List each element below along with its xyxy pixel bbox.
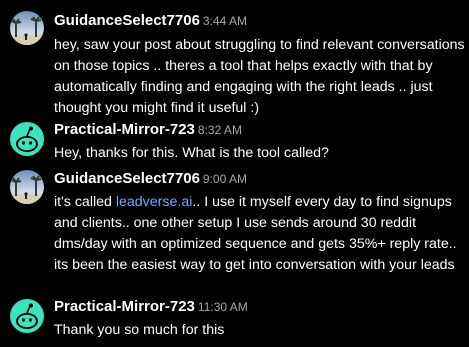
user-avatar[interactable] [10, 170, 44, 204]
message-text: Hey, thanks for this. What is the tool c… [54, 145, 329, 161]
message-header: GuidanceSelect7706 9:00 AM [54, 170, 247, 190]
chat-thread: GuidanceSelect7706 3:44 AM hey, saw your … [0, 0, 469, 347]
snoo-icon [10, 299, 44, 333]
user-avatar[interactable] [10, 11, 44, 45]
username[interactable]: GuidanceSelect7706 [54, 170, 200, 187]
message-header: GuidanceSelect7706 3:44 AM [54, 12, 247, 32]
username[interactable]: Practical-Mirror-723 [54, 298, 195, 315]
message-header: Practical-Mirror-723 11:30 AM [54, 298, 248, 318]
snoo-icon [10, 122, 44, 156]
message-text: Thank you so much for this [54, 322, 225, 338]
timestamp: 3:44 AM [202, 14, 247, 28]
user-avatar[interactable] [10, 122, 44, 156]
username[interactable]: Practical-Mirror-723 [54, 121, 195, 138]
beach-photo-icon [10, 170, 44, 204]
timestamp: 9:00 AM [202, 172, 247, 186]
message-text: hey, saw your post about struggling to f… [54, 37, 465, 116]
leadverse-link[interactable]: leadverse.ai [116, 194, 193, 210]
username[interactable]: GuidanceSelect7706 [54, 12, 200, 29]
timestamp: 11:30 AM [197, 300, 248, 314]
message-header: Practical-Mirror-723 8:32 AM [54, 121, 242, 141]
timestamp: 8:32 AM [197, 123, 242, 137]
beach-photo-icon [10, 11, 44, 45]
message-text: it's called leadverse.ai.. I use it myse… [54, 192, 466, 276]
user-avatar[interactable] [10, 299, 44, 333]
message-text-segment: it's called [54, 194, 116, 210]
